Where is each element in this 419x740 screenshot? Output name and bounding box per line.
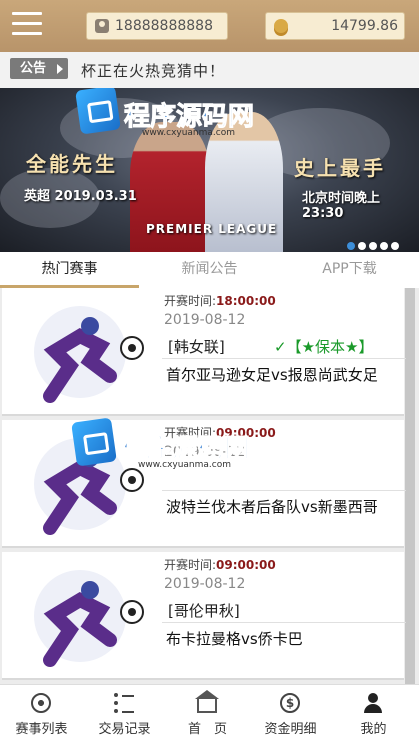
watermark: 程序源码网 www.cxyuanma.com — [75, 88, 255, 138]
match-teams: 波特兰伐木者后备队vs新墨西哥 — [166, 498, 378, 516]
balance: 14799.86 — [331, 18, 398, 34]
divider — [162, 622, 406, 623]
match-card[interactable]: 开赛时间:18:00:00 2019-08-12 [韩女联] ✓【★保本★】 首… — [2, 288, 406, 416]
match-teams: 首尔亚马逊女足vs报恩尚武女足 — [166, 366, 378, 384]
nav-label: 赛事列表 — [15, 722, 68, 737]
user-icon — [363, 693, 383, 713]
dollar-icon: $ — [280, 693, 300, 713]
watermark-site: www.cxyuanma.com — [142, 128, 236, 138]
tab-bar: 热门赛事 新闻公告 APP下载 — [0, 252, 419, 288]
menu-icon[interactable] — [12, 12, 42, 38]
soccer-ball-icon — [31, 693, 51, 713]
soccer-player-thumbnail — [34, 306, 144, 403]
banner-carousel[interactable]: 全能先生 英超 2019.03.31 史上最手 北京时间晚上23:30 PREM… — [0, 88, 419, 252]
bottom-nav: 赛事列表 交易记录 首 页 $ 资金明细 我的 — [0, 684, 419, 740]
nav-label: 首 页 — [187, 722, 227, 737]
nav-funds[interactable]: $ 资金明细 — [249, 685, 332, 740]
kickoff-time: 09:00:00 — [216, 558, 276, 572]
nav-mine[interactable]: 我的 — [332, 685, 415, 740]
carousel-dot[interactable] — [358, 242, 366, 250]
carousel-dot[interactable] — [347, 242, 355, 250]
tab-news[interactable]: 新闻公告 — [140, 252, 279, 288]
notice-tag: 公告 — [10, 58, 68, 79]
match-card[interactable]: 开赛时间:09:00:00 2019-08-12 [哥伦甲秋] 布卡拉曼格vs侨… — [2, 552, 406, 680]
league-name: [韩女联] — [168, 338, 225, 356]
carousel-dots[interactable] — [347, 235, 402, 252]
match-teams: 布卡拉曼格vs侨卡巴 — [166, 630, 303, 648]
list-icon — [114, 693, 134, 713]
watermark-logo-icon — [71, 417, 117, 467]
banner-league-text: PREMIER LEAGUE — [146, 222, 278, 236]
balance-box[interactable]: 14799.86 — [265, 12, 405, 40]
kickoff-label: 开赛时间: — [164, 558, 217, 572]
banner-right-time: 北京时间晚上23:30 — [302, 191, 381, 221]
scrollbar[interactable] — [405, 288, 415, 684]
user-icon — [95, 19, 109, 33]
match-card[interactable]: 开赛时间:09:00:00 2019-08-12 波特兰伐木者后备队vs新墨西哥… — [2, 417, 406, 548]
home-icon — [195, 690, 219, 713]
league-name: [哥伦甲秋] — [168, 602, 240, 620]
nav-label: 资金明细 — [264, 722, 317, 737]
match-date: 2019-08-12 — [164, 312, 246, 328]
divider — [162, 358, 406, 359]
username: 18888888888 — [115, 18, 213, 34]
carousel-dot[interactable] — [369, 242, 377, 250]
banner-left-date: 英超 2019.03.31 — [24, 189, 137, 204]
nav-home[interactable]: 首 页 — [166, 685, 249, 740]
notice-text[interactable]: 杯正在火热竞猜中！ — [81, 60, 225, 81]
kickoff-label: 开赛时间: — [164, 294, 217, 308]
banner-right-title: 史上最手 — [294, 156, 386, 180]
nav-match-list[interactable]: 赛事列表 — [0, 685, 83, 740]
nav-trade-records[interactable]: 交易记录 — [83, 685, 166, 740]
watermark: 程序源码网 www.cxyuanma.com — [71, 417, 251, 470]
watermark-site: www.cxyuanma.com — [138, 460, 232, 470]
tab-hot-matches[interactable]: 热门赛事 — [0, 252, 139, 288]
soccer-player-thumbnail — [34, 570, 144, 667]
username-box[interactable]: 18888888888 — [86, 12, 228, 40]
watermark-logo-icon — [75, 88, 121, 135]
banner-left-title: 全能先生 — [26, 152, 118, 176]
nav-label: 我的 — [360, 722, 387, 737]
carousel-dot[interactable] — [391, 242, 399, 250]
tab-app-download[interactable]: APP下载 — [280, 252, 419, 288]
match-date: 2019-08-12 — [164, 576, 246, 592]
guarantee-tip: ✓【★保本★】 — [274, 338, 374, 356]
kickoff-time: 18:00:00 — [216, 294, 276, 308]
header-bar: 18888888888 14799.86 — [0, 0, 419, 52]
divider — [162, 490, 406, 491]
notice-bar: 公告 杯正在火热竞猜中！ — [0, 52, 419, 88]
carousel-dot[interactable] — [380, 242, 388, 250]
coin-icon — [274, 19, 288, 33]
nav-label: 交易记录 — [98, 722, 151, 737]
